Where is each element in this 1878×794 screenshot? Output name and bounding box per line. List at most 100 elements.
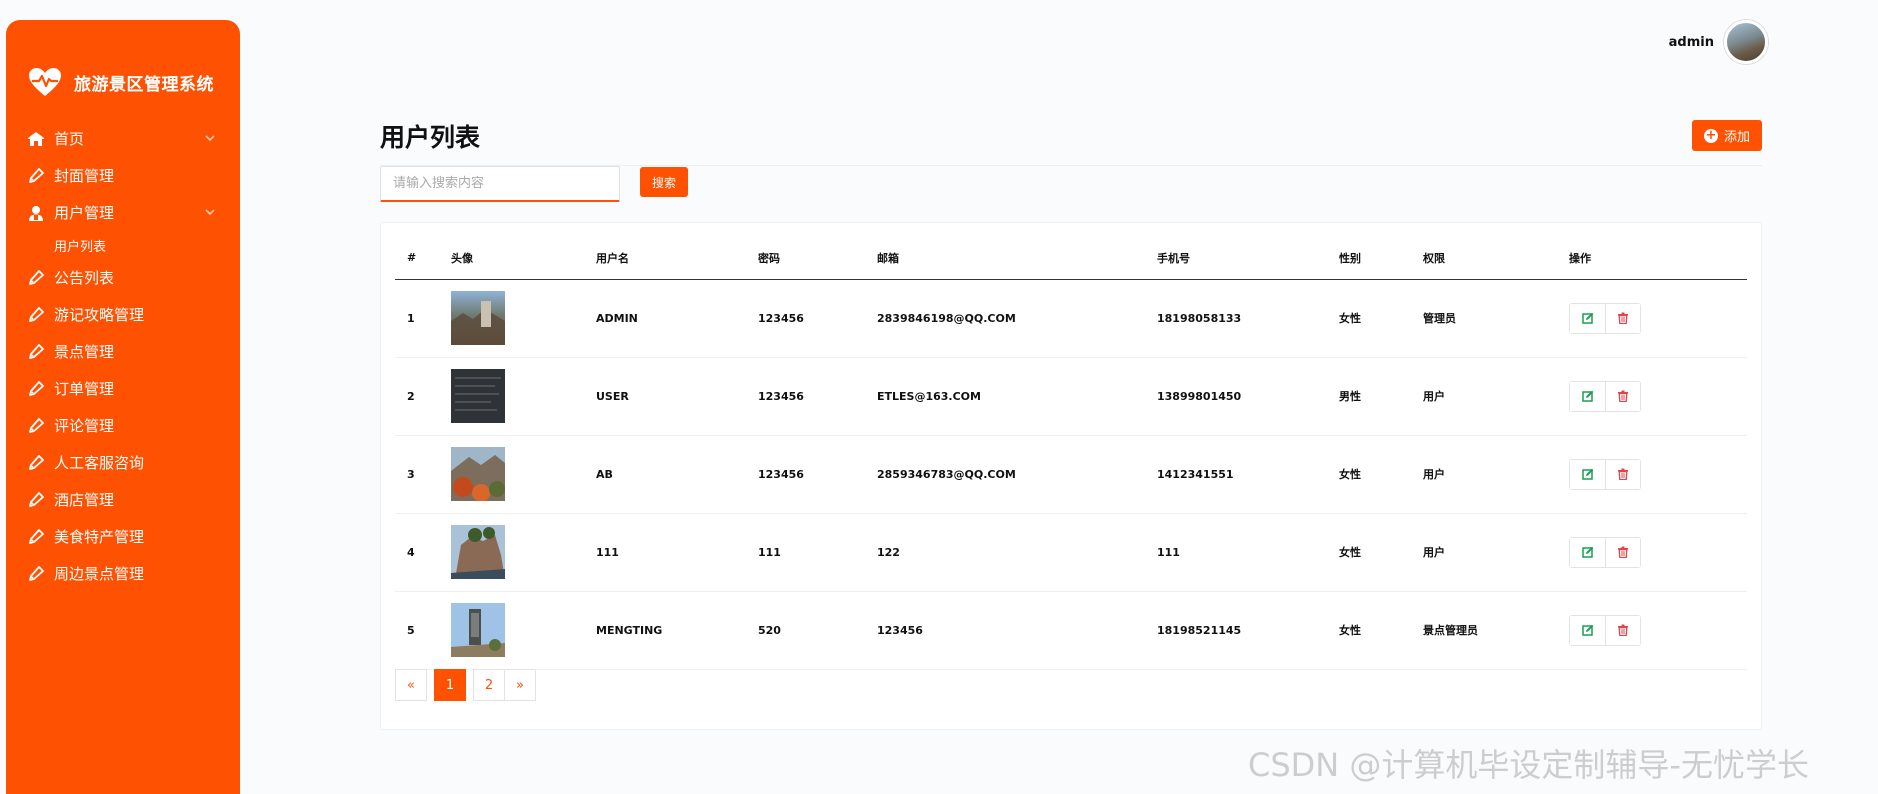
sidebar-item-label: 首页 bbox=[54, 130, 85, 148]
cell-phone: 18198521145 bbox=[1157, 591, 1339, 670]
cell-index: 2 bbox=[395, 357, 451, 436]
sidebar-item-home[interactable]: 首页 bbox=[6, 120, 240, 157]
pagination-next[interactable]: » bbox=[504, 669, 536, 701]
trash-icon bbox=[1618, 624, 1628, 636]
sidebar-item-travel-guides[interactable]: 游记攻略管理 bbox=[6, 296, 240, 333]
sidebar-item-hotels[interactable]: 酒店管理 bbox=[6, 481, 240, 518]
cell-email: ETLES@163.COM bbox=[877, 357, 1157, 436]
cell-email: 2839846198@QQ.COM bbox=[877, 279, 1157, 358]
delete-button[interactable] bbox=[1605, 537, 1640, 567]
pencil-icon bbox=[26, 305, 46, 325]
edit-button[interactable] bbox=[1570, 381, 1605, 411]
cell-gender: 女性 bbox=[1339, 591, 1423, 670]
sidebar-item-nearby[interactable]: 周边景点管理 bbox=[6, 555, 240, 592]
cell-index: 3 bbox=[395, 435, 451, 514]
cell-role: 用户 bbox=[1423, 435, 1569, 514]
sidebar-item-cover[interactable]: 封面管理 bbox=[6, 157, 240, 194]
sidebar-item-label: 酒店管理 bbox=[54, 491, 115, 509]
cell-gender: 女性 bbox=[1339, 513, 1423, 592]
delete-button[interactable] bbox=[1605, 303, 1640, 333]
search-input[interactable] bbox=[380, 166, 620, 202]
sidebar-item-label: 用户管理 bbox=[54, 204, 115, 222]
edit-button[interactable] bbox=[1570, 303, 1605, 333]
chevron-down-icon bbox=[205, 135, 215, 142]
edit-button[interactable] bbox=[1570, 615, 1605, 645]
sidebar-item-label: 游记攻略管理 bbox=[54, 306, 145, 324]
user-table-card: # 头像 用户名 密码 邮箱 手机号 性别 权限 操作 1 ADMIN 1234… bbox=[380, 222, 1762, 730]
cell-username: USER bbox=[596, 357, 758, 436]
col-header-password: 密码 bbox=[758, 237, 877, 280]
sidebar-item-label: 人工客服咨询 bbox=[54, 454, 145, 472]
user-menu[interactable]: admin bbox=[1669, 20, 1768, 64]
trash-icon bbox=[1618, 390, 1628, 402]
cell-email: 2859346783@QQ.COM bbox=[877, 435, 1157, 514]
avatar-thumbnail bbox=[451, 603, 505, 657]
watermark: CSDN @计算机毕设定制辅导-无忧学长 bbox=[1248, 746, 1809, 784]
delete-button[interactable] bbox=[1605, 381, 1640, 411]
avatar-thumbnail bbox=[451, 369, 505, 423]
col-header-role: 权限 bbox=[1423, 237, 1569, 280]
sidebar-item-orders[interactable]: 订单管理 bbox=[6, 370, 240, 407]
row-actions bbox=[1569, 614, 1641, 646]
delete-button[interactable] bbox=[1605, 615, 1640, 645]
row-actions bbox=[1569, 536, 1641, 568]
pencil-icon bbox=[26, 564, 46, 584]
sidebar-item-notices[interactable]: 公告列表 bbox=[6, 259, 240, 296]
cell-username: AB bbox=[596, 435, 758, 514]
sidebar-item-label: 评论管理 bbox=[54, 417, 115, 435]
sidebar-subitem-user-list[interactable]: 用户列表 bbox=[6, 231, 240, 259]
pencil-icon bbox=[26, 490, 46, 510]
cell-username: MENGTING bbox=[596, 591, 758, 670]
avatar[interactable] bbox=[1724, 20, 1768, 64]
pagination-page-2[interactable]: 2 bbox=[473, 669, 505, 701]
cell-phone: 111 bbox=[1157, 513, 1339, 592]
search-button[interactable]: 搜索 bbox=[640, 167, 688, 197]
edit-button[interactable] bbox=[1570, 459, 1605, 489]
cell-gender: 女性 bbox=[1339, 279, 1423, 358]
sidebar-item-users[interactable]: 用户管理 bbox=[6, 194, 240, 231]
sidebar-item-food[interactable]: 美食特产管理 bbox=[6, 518, 240, 555]
cell-index: 5 bbox=[395, 591, 451, 670]
col-header-gender: 性别 bbox=[1339, 237, 1423, 280]
delete-button[interactable] bbox=[1605, 459, 1640, 489]
cell-actions bbox=[1569, 513, 1747, 592]
cell-phone: 1412341551 bbox=[1157, 435, 1339, 514]
col-header-index: # bbox=[395, 237, 451, 280]
home-icon bbox=[26, 129, 46, 149]
row-actions bbox=[1569, 302, 1641, 334]
cell-role: 用户 bbox=[1423, 513, 1569, 592]
user-icon bbox=[26, 203, 46, 223]
cell-index: 4 bbox=[395, 513, 451, 592]
sidebar-item-support[interactable]: 人工客服咨询 bbox=[6, 444, 240, 481]
username: admin bbox=[1668, 34, 1714, 50]
cell-phone: 18198058133 bbox=[1157, 279, 1339, 358]
cell-username: 111 bbox=[596, 513, 758, 592]
col-header-avatar: 头像 bbox=[451, 237, 596, 280]
cell-actions bbox=[1569, 357, 1747, 436]
cell-email: 122 bbox=[877, 513, 1157, 592]
cell-password: 520 bbox=[758, 591, 877, 670]
add-button[interactable]: + 添加 bbox=[1692, 120, 1762, 151]
cell-avatar bbox=[451, 591, 596, 670]
cell-gender: 男性 bbox=[1339, 357, 1423, 436]
sidebar-item-comments[interactable]: 评论管理 bbox=[6, 407, 240, 444]
col-header-phone: 手机号 bbox=[1157, 237, 1339, 280]
table-row: 5 MENGTING 520 123456 18198521145 女性 景点管… bbox=[395, 591, 1747, 670]
cell-password: 123456 bbox=[758, 357, 877, 436]
col-header-email: 邮箱 bbox=[877, 237, 1157, 280]
trash-icon bbox=[1618, 468, 1628, 480]
edit-icon bbox=[1581, 546, 1593, 558]
edit-icon bbox=[1581, 390, 1593, 402]
edit-icon bbox=[1581, 468, 1593, 480]
pagination-prev[interactable]: « bbox=[395, 669, 427, 701]
chevron-down-icon bbox=[205, 209, 215, 216]
cell-index: 1 bbox=[395, 279, 451, 358]
avatar-thumbnail bbox=[451, 291, 505, 345]
brand-title: 旅游景区管理系统 bbox=[74, 74, 214, 95]
avatar-thumbnail bbox=[451, 447, 505, 501]
avatar-thumbnail bbox=[451, 525, 505, 579]
table-header-row: # 头像 用户名 密码 邮箱 手机号 性别 权限 操作 bbox=[395, 237, 1747, 280]
pagination-page-1[interactable]: 1 bbox=[434, 669, 466, 701]
edit-button[interactable] bbox=[1570, 537, 1605, 567]
sidebar-item-attractions[interactable]: 景点管理 bbox=[6, 333, 240, 370]
